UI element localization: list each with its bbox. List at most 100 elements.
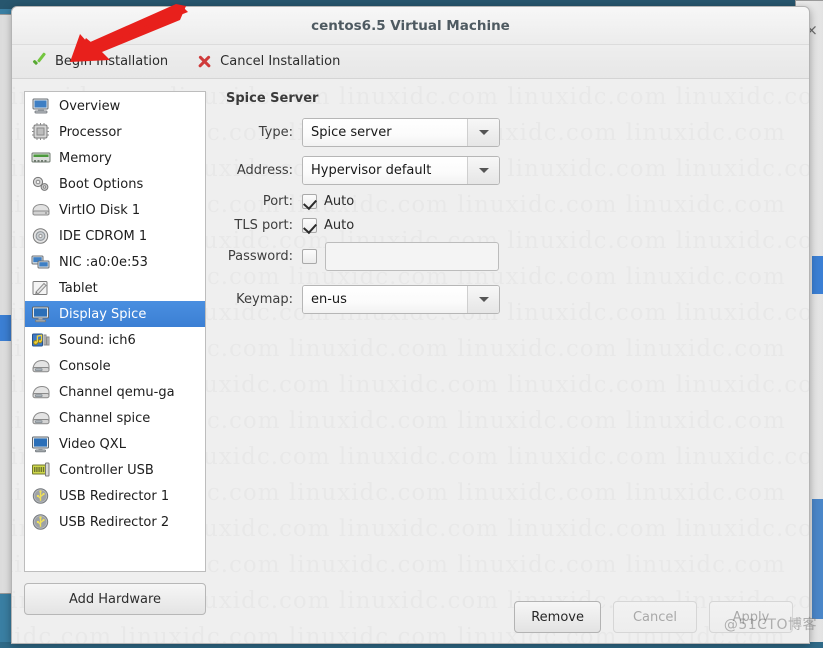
chevron-down-icon[interactable] (467, 119, 499, 146)
tablet-pen-icon (31, 279, 51, 297)
vm-details-window: linuxidc.com linuxidc.com linuxidc.com l… (11, 6, 810, 644)
port-row: Port: Auto (226, 194, 797, 209)
sidebar-item-overview[interactable]: Overview (25, 93, 205, 119)
display-icon (31, 305, 51, 323)
background-window-right-selection (812, 256, 823, 294)
controller-card-icon (31, 461, 51, 479)
sidebar-item-sound-ich6[interactable]: Sound: ich6 (25, 327, 205, 353)
keymap-row: Keymap: en-us (226, 285, 797, 314)
sidebar-item-label: USB Redirector 2 (59, 514, 170, 530)
section-title: Spice Server (226, 91, 319, 106)
page-title: centos6.5 Virtual Machine (311, 17, 510, 34)
sidebar-item-label: Channel spice (59, 410, 151, 426)
address-label: Address: (236, 163, 293, 178)
type-select[interactable]: Spice server (302, 118, 500, 147)
spice-server-panel: Spice Server Type: Spice server Address:… (218, 91, 797, 615)
keymap-label: Keymap: (236, 292, 293, 307)
sidebar-item-tablet[interactable]: Tablet (25, 275, 205, 301)
type-row: Type: Spice server (226, 118, 797, 147)
network-card-icon (31, 253, 51, 271)
password-input[interactable] (325, 242, 499, 271)
sidebar-item-label: Memory (59, 150, 112, 166)
sidebar-item-channel-spice[interactable]: Channel spice (25, 405, 205, 431)
tls-port-label: TLS port: (234, 218, 293, 233)
chevron-down-icon[interactable] (467, 286, 499, 313)
hardware-list[interactable]: Overview Processor Memory Boot Options VirtI… (24, 91, 206, 572)
sidebar-item-label: IDE CDROM 1 (59, 228, 148, 244)
port-label: Port: (262, 194, 293, 209)
type-label: Type: (258, 125, 293, 140)
cpu-chip-icon (31, 123, 51, 141)
dialog-footer: Remove Cancel Apply (12, 591, 809, 643)
password-label: Password: (227, 249, 293, 264)
sidebar-item-virtio-disk-1[interactable]: VirtIO Disk 1 (25, 197, 205, 223)
sidebar-item-label: Tablet (59, 280, 98, 296)
background-window-right-selection-2 (812, 499, 823, 619)
sidebar-item-label: Controller USB (59, 462, 154, 478)
red-x-icon (196, 53, 213, 70)
begin-installation-label: Begin Installation (55, 54, 169, 69)
chevron-down-icon[interactable] (467, 157, 499, 184)
sidebar-item-usb-redirector-2[interactable]: USB Redirector 2 (25, 509, 205, 535)
console-serial-icon (31, 383, 51, 401)
harddisk-icon (31, 201, 51, 219)
video-monitor-icon (31, 435, 51, 453)
installation-toolbar: Begin Installation Cancel Installation (12, 45, 809, 79)
sidebar-item-label: Processor (59, 124, 122, 140)
cancel-button: Cancel (613, 601, 697, 633)
port-auto-checkbox[interactable]: Auto (302, 194, 354, 209)
sidebar-item-boot-options[interactable]: Boot Options (25, 171, 205, 197)
port-auto-label: Auto (324, 194, 355, 209)
sound-note-icon (31, 331, 51, 349)
remove-button[interactable]: Remove (514, 601, 601, 633)
sidebar-item-label: Display Spice (59, 306, 147, 322)
sidebar-item-label: Console (59, 358, 111, 374)
memory-ram-icon (31, 149, 51, 167)
sidebar-item-label: VirtIO Disk 1 (59, 202, 141, 218)
sidebar-item-label: USB Redirector 1 (59, 488, 170, 504)
sidebar-item-label: Sound: ich6 (59, 332, 136, 348)
sidebar-item-video-qxl[interactable]: Video QXL (25, 431, 205, 457)
tls-port-auto-label: Auto (324, 218, 355, 233)
usb-icon (31, 487, 51, 505)
window-body: Overview Processor Memory Boot Options VirtI… (12, 79, 809, 615)
sidebar-item-console[interactable]: Console (25, 353, 205, 379)
address-row: Address: Hypervisor default (226, 156, 797, 185)
green-check-icon (31, 53, 48, 70)
sidebar-item-usb-redirector-1[interactable]: USB Redirector 1 (25, 483, 205, 509)
sidebar-item-label: Video QXL (59, 436, 126, 452)
cancel-installation-label: Cancel Installation (220, 54, 341, 69)
sidebar-item-label: NIC :a0:0e:53 (59, 254, 148, 270)
tls-port-auto-checkbox[interactable]: Auto (302, 218, 354, 233)
sidebar-item-label: Channel qemu-ga (59, 384, 175, 400)
sidebar-item-controller-usb[interactable]: Controller USB (25, 457, 205, 483)
sidebar-item-processor[interactable]: Processor (25, 119, 205, 145)
monitor-icon (31, 97, 51, 115)
apply-button: Apply (709, 601, 793, 633)
cancel-installation-button[interactable]: Cancel Installation (193, 51, 343, 72)
address-select-value: Hypervisor default (303, 157, 467, 184)
usb-icon (31, 513, 51, 531)
checkbox-icon[interactable] (302, 194, 317, 209)
console-serial-icon (31, 409, 51, 427)
sidebar-item-channel-qemu-ga[interactable]: Channel qemu-ga (25, 379, 205, 405)
password-enable-checkbox[interactable] (302, 249, 317, 264)
sidebar-item-memory[interactable]: Memory (25, 145, 205, 171)
keymap-select[interactable]: en-us (302, 285, 500, 314)
window-titlebar[interactable]: centos6.5 Virtual Machine (12, 7, 809, 45)
sidebar-item-display-spice[interactable]: Display Spice (25, 301, 205, 327)
hardware-sidebar: Overview Processor Memory Boot Options VirtI… (24, 91, 206, 615)
sidebar-item-label: Boot Options (59, 176, 144, 192)
tls-port-row: TLS port: Auto (226, 218, 797, 233)
password-row: Password: (226, 242, 797, 271)
sidebar-item-label: Overview (59, 98, 121, 114)
address-select[interactable]: Hypervisor default (302, 156, 500, 185)
cdrom-disc-icon (31, 227, 51, 245)
console-serial-icon (31, 357, 51, 375)
begin-installation-button[interactable]: Begin Installation (28, 51, 171, 72)
keymap-select-value: en-us (303, 286, 467, 313)
gears-icon (31, 175, 51, 193)
sidebar-item-nic-a0-0e-53[interactable]: NIC :a0:0e:53 (25, 249, 205, 275)
checkbox-icon[interactable] (302, 218, 317, 233)
sidebar-item-ide-cdrom-1[interactable]: IDE CDROM 1 (25, 223, 205, 249)
